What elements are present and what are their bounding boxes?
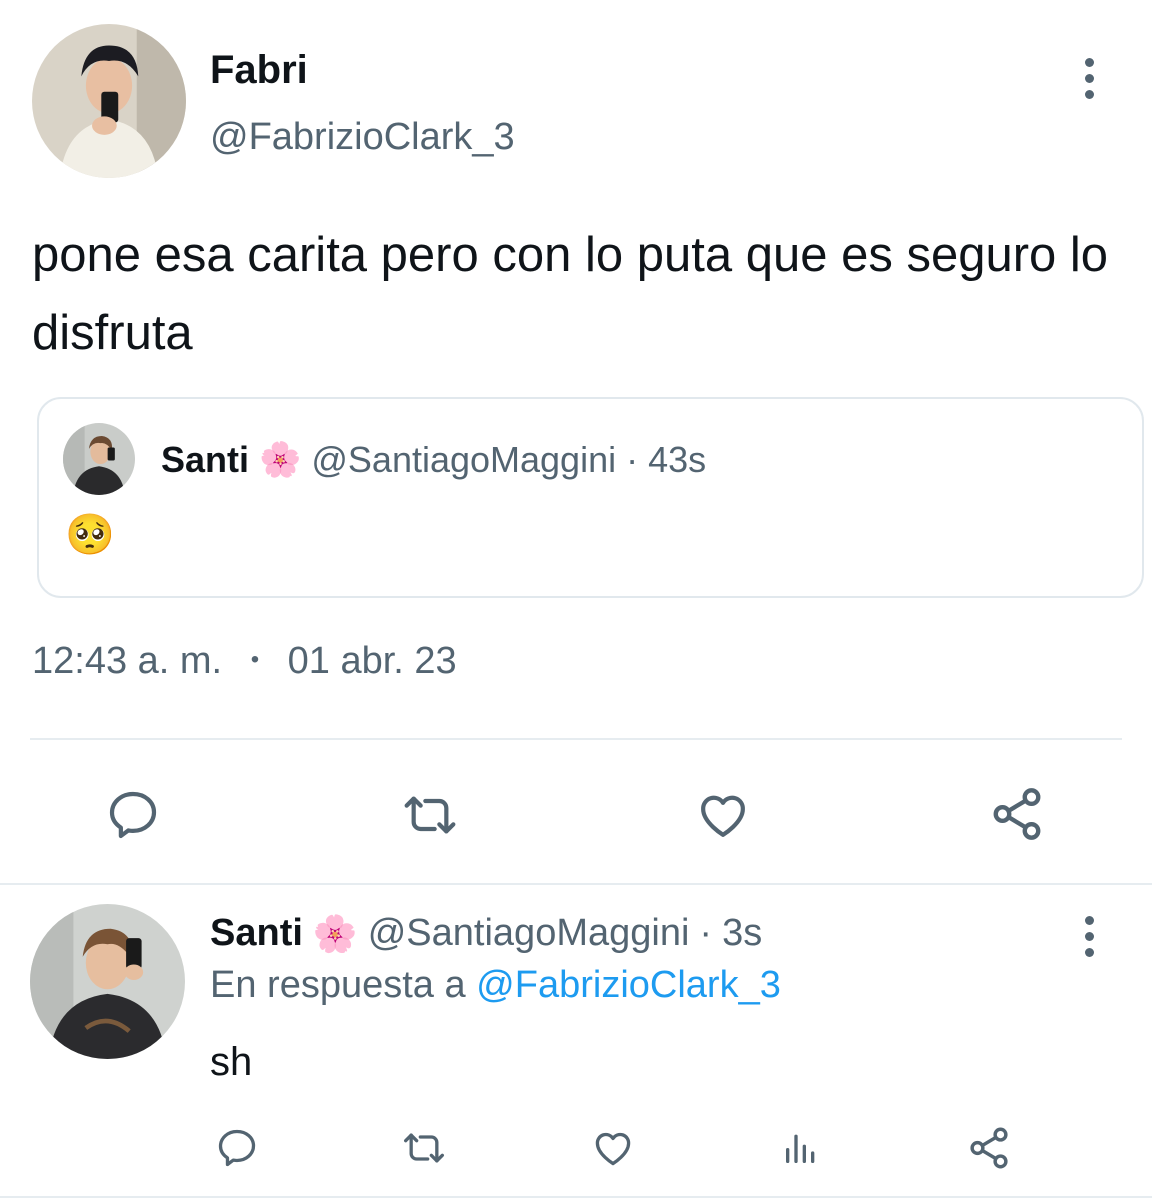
share-icon bbox=[970, 1127, 1008, 1169]
quoted-author-handle: @SantiagoMaggini bbox=[311, 439, 617, 480]
share-icon bbox=[993, 788, 1041, 840]
avatar-santi-small bbox=[63, 423, 135, 495]
reply-button[interactable] bbox=[212, 1124, 262, 1172]
more-vertical-icon[interactable] bbox=[1079, 916, 1099, 957]
tweet-date: 01 abr. 23 bbox=[287, 640, 457, 682]
analytics-button[interactable] bbox=[778, 1124, 824, 1172]
retweet-button[interactable] bbox=[395, 785, 465, 845]
pleading-face-emoji: 🥺 bbox=[65, 513, 115, 557]
retweet-button[interactable] bbox=[396, 1124, 452, 1172]
retweet-icon bbox=[404, 796, 456, 834]
analytics-icon bbox=[786, 1134, 815, 1163]
like-icon bbox=[701, 795, 745, 837]
meta-separator: • bbox=[250, 646, 260, 673]
like-icon bbox=[595, 1132, 631, 1166]
avatar-santi[interactable] bbox=[30, 904, 185, 1059]
dot-separator: · bbox=[699, 912, 713, 954]
more-vertical-icon[interactable] bbox=[1079, 58, 1099, 99]
reply-context-label: En respuesta a bbox=[210, 964, 466, 1006]
share-button[interactable] bbox=[986, 782, 1048, 846]
reply-to-link[interactable]: @FabrizioClark_3 bbox=[476, 964, 781, 1006]
flower-emoji: 🌸 bbox=[259, 441, 302, 479]
author-name[interactable]: Fabri bbox=[210, 48, 308, 93]
reply-time: 3s bbox=[722, 912, 763, 954]
avatar-fabri[interactable] bbox=[32, 24, 186, 178]
reply-icon bbox=[218, 1129, 256, 1167]
divider bbox=[30, 738, 1122, 740]
reply-author-name[interactable]: Santi bbox=[210, 912, 303, 955]
reply-text: sh bbox=[210, 1040, 253, 1084]
quoted-author-name: Santi bbox=[161, 439, 250, 480]
dot-separator: · bbox=[626, 439, 639, 480]
quoted-time: 43s bbox=[648, 439, 707, 480]
like-button[interactable] bbox=[588, 1124, 638, 1172]
flower-emoji: 🌸 bbox=[312, 912, 358, 954]
tweet-timestamp: 12:43 a. m. • 01 abr. 23 bbox=[32, 640, 457, 683]
tweet-time: 12:43 a. m. bbox=[32, 640, 223, 682]
like-button[interactable] bbox=[692, 785, 754, 845]
reply-icon bbox=[109, 791, 157, 839]
quoted-tweet-card[interactable]: Santi 🌸 @SantiagoMaggini · 43s 🥺 bbox=[37, 397, 1144, 598]
share-button[interactable] bbox=[964, 1122, 1014, 1174]
reply-author-handle[interactable]: @SantiagoMaggini bbox=[368, 912, 690, 955]
author-handle[interactable]: @FabrizioClark_3 bbox=[210, 116, 515, 159]
tweet-text: pone esa carita pero con lo puta que es … bbox=[32, 228, 1109, 360]
divider bbox=[0, 883, 1152, 885]
divider bbox=[0, 1196, 1152, 1198]
retweet-icon bbox=[404, 1133, 444, 1163]
reply-button[interactable] bbox=[100, 785, 166, 845]
